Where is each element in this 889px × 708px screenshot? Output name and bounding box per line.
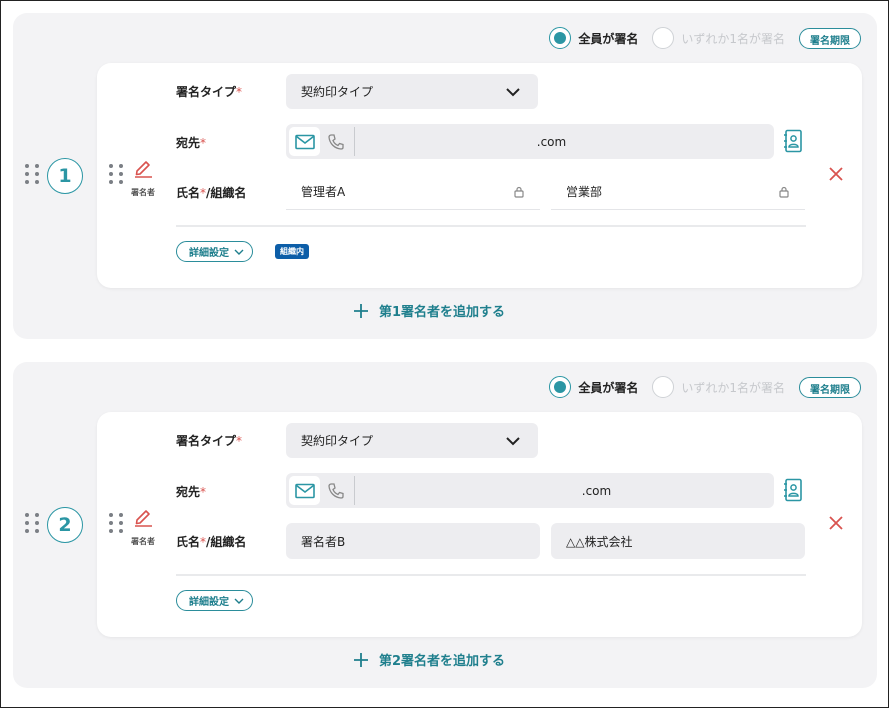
plus-icon [354,303,368,318]
plus-icon [354,652,368,667]
org-field: 営業部 [551,174,805,210]
detail-settings-button[interactable]: 詳細設定 [176,241,253,262]
detail-settings-label: 詳細設定 [189,597,229,608]
add-signer-label: 第2署名者を追加する [379,654,506,669]
pencil-icon [135,161,152,178]
signature-type-select[interactable]: 契約印タイプ [286,423,538,458]
mail-icon[interactable] [289,476,320,505]
phone-icon[interactable] [320,476,351,505]
signer-order-number: 1 [47,158,83,194]
signer-card: 署名者 署名タイプ* 契約印タイプ 宛先* .com 氏名*/組織名 [97,412,862,637]
signer-group-1: 全員が署名 いずれか1名が署名 署名期限 1 署名者 署名タイプ* 契約印タイプ… [13,13,877,339]
chevron-down-icon [506,437,520,446]
mail-icon[interactable] [289,127,320,156]
destination-value: .com [581,483,612,498]
destination-field[interactable]: .com [286,473,774,508]
radio-button-selected[interactable] [549,27,572,49]
signer-role-label: 署名者 [131,537,155,546]
drag-handle-icon[interactable] [25,513,40,533]
name-label: 氏名*/組織名 [176,535,247,549]
deadline-button[interactable]: 署名期限 [799,376,861,398]
lock-icon [514,186,524,198]
in-org-badge: 組織内 [275,244,309,259]
signature-type-value: 契約印タイプ [301,434,374,448]
add-signer-label: 第1署名者を追加する [379,305,506,320]
type-label: 署名タイプ* [176,434,243,448]
chevron-down-icon [506,88,520,97]
detail-settings-button[interactable]: 詳細設定 [176,590,253,611]
name-field: 管理者A [286,174,540,210]
drag-handle-icon[interactable] [109,513,124,533]
radio-all-label: 全員が署名 [578,31,639,46]
divider [176,574,806,576]
lock-icon [779,186,789,198]
signer-role[interactable]: 署名者 [126,505,160,548]
signer-order-number: 2 [47,507,83,543]
signer-card: 署名者 署名タイプ* 契約印タイプ 宛先* .com 氏名*/組織名 [97,63,862,288]
radio-button[interactable] [652,376,675,398]
type-label: 署名タイプ* [176,85,243,99]
org-input[interactable]: △△株式会社 [551,523,805,559]
divider [176,225,806,227]
signer-role[interactable]: 署名者 [126,156,160,199]
radio-any-sign[interactable]: いずれか1名が署名 [652,376,785,398]
name-value: 管理者A [301,185,346,199]
name-label: 氏名*/組織名 [176,186,247,200]
radio-any-label: いずれか1名が署名 [681,380,785,395]
signature-type-select[interactable]: 契約印タイプ [286,74,538,109]
radio-button-selected[interactable] [549,376,572,398]
name-input[interactable]: 署名者B [286,523,540,559]
deadline-button[interactable]: 署名期限 [799,27,861,49]
address-book-icon[interactable] [783,129,803,153]
address-book-icon[interactable] [783,478,803,502]
radio-all-sign[interactable]: 全員が署名 [549,376,638,398]
dest-label: 宛先* [176,485,207,499]
radio-all-sign[interactable]: 全員が署名 [549,27,638,49]
sign-mode-options: 全員が署名 いずれか1名が署名 署名期限 [549,27,861,49]
add-signer-button[interactable]: 第1署名者を追加する [353,301,505,320]
close-icon[interactable] [829,167,843,181]
close-icon[interactable] [829,516,843,530]
sign-mode-options: 全員が署名 いずれか1名が署名 署名期限 [549,376,861,398]
radio-all-label: 全員が署名 [578,380,639,395]
chevron-down-icon [234,598,244,604]
radio-any-label: いずれか1名が署名 [681,31,785,46]
org-value: △△株式会社 [566,534,633,549]
signer-role-label: 署名者 [131,188,155,197]
dest-label: 宛先* [176,136,207,150]
name-value: 署名者B [301,534,346,549]
detail-settings-label: 詳細設定 [189,248,229,259]
signer-group-2: 全員が署名 いずれか1名が署名 署名期限 2 署名者 署名タイプ* 契約印タイプ… [13,362,877,688]
radio-button[interactable] [652,27,675,49]
drag-handle-icon[interactable] [109,164,124,184]
chevron-down-icon [234,249,244,255]
add-signer-button[interactable]: 第2署名者を追加する [353,650,505,669]
drag-handle-icon[interactable] [25,164,40,184]
destination-value: .com [536,134,567,149]
phone-icon[interactable] [320,127,351,156]
org-value: 営業部 [566,185,603,199]
signature-type-value: 契約印タイプ [301,85,374,99]
destination-field[interactable]: .com [286,124,774,159]
radio-any-sign[interactable]: いずれか1名が署名 [652,27,785,49]
pencil-icon [135,510,152,527]
